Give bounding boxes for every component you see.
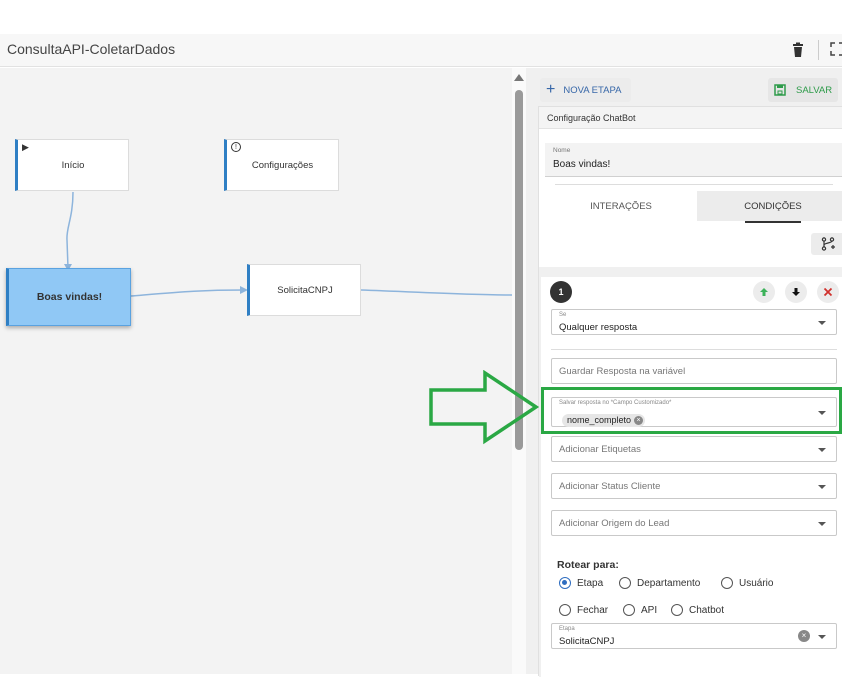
move-up-button[interactable]	[753, 281, 775, 303]
tags-select[interactable]: Adicionar Etiquetas	[551, 436, 837, 462]
trash-icon[interactable]	[790, 42, 806, 58]
radio-label: API	[641, 604, 658, 616]
tab-interacoes[interactable]: INTERAÇÕES	[545, 191, 697, 221]
store-variable-placeholder: Guardar Resposta na variável	[559, 366, 686, 377]
top-bar: ConsultaAPI-ColetarDados	[0, 34, 842, 67]
radio-circle	[721, 577, 733, 589]
branch-icon	[821, 237, 835, 251]
new-step-label: NOVA ETAPA	[563, 84, 622, 96]
clear-selection-icon[interactable]: ×	[798, 630, 810, 642]
scroll-up-icon[interactable]	[514, 74, 524, 81]
step-select-value: SolicitaCNPJ	[559, 636, 615, 647]
radio-label: Usuário	[739, 577, 774, 589]
floppy-icon	[774, 84, 786, 96]
move-down-button[interactable]	[785, 281, 807, 303]
node-label: SolicitaCNPJ	[277, 284, 333, 296]
toolbar-divider	[818, 40, 819, 60]
chevron-down-icon	[818, 635, 826, 639]
route-radio-etapa[interactable]: Etapa	[559, 577, 603, 589]
chevron-down-icon	[818, 321, 826, 325]
info-icon: !	[231, 142, 241, 152]
save-label: SALVAR	[796, 84, 833, 96]
status-placeholder: Adicionar Status Cliente	[559, 481, 661, 492]
route-radio-chatbot[interactable]: Chatbot	[671, 604, 724, 616]
tags-placeholder: Adicionar Etiquetas	[559, 444, 641, 455]
if-select-label: Se	[559, 312, 567, 318]
flow-title: ConsultaAPI-ColetarDados	[7, 41, 176, 57]
radio-label: Chatbot	[689, 604, 725, 616]
name-field[interactable]: Nome Boas vindas!	[545, 143, 842, 177]
add-branch-button[interactable]	[811, 233, 842, 255]
route-radio-api[interactable]: API	[623, 604, 657, 616]
lead-origin-select[interactable]: Adicionar Origem do Lead	[551, 510, 837, 536]
store-variable-input[interactable]: Guardar Resposta na variável	[551, 358, 837, 384]
delete-condition-button[interactable]	[817, 281, 839, 303]
origin-placeholder: Adicionar Origem do Lead	[559, 518, 670, 529]
client-status-select[interactable]: Adicionar Status Cliente	[551, 473, 837, 499]
name-field-value: Boas vindas!	[553, 159, 611, 170]
if-select-value: Qualquer resposta	[559, 322, 638, 333]
close-icon	[823, 287, 833, 297]
tab-label: CONDIÇÕES	[744, 200, 802, 212]
radio-label: Fechar	[577, 604, 609, 616]
play-icon: ▶	[22, 142, 29, 152]
flow-node-configuracoes[interactable]: ! Configurações	[224, 139, 339, 191]
plus-icon: +	[546, 81, 556, 98]
flow-node-solicitacnpj[interactable]: SolicitaCNPJ	[247, 264, 361, 316]
active-tab-indicator	[745, 221, 801, 223]
step-select-label: Etapa	[559, 626, 575, 632]
radio-circle	[623, 604, 635, 616]
arrow-down-icon	[792, 288, 800, 296]
highlight-box	[541, 387, 842, 434]
radio-circle	[671, 604, 683, 616]
node-label: Início	[61, 159, 85, 171]
chevron-down-icon	[818, 448, 826, 452]
condition-block: 1 Se Qualquer resposta Guardar Resposta …	[539, 267, 842, 677]
route-radio-departamento[interactable]: Departamento	[619, 577, 700, 589]
chevron-down-icon	[818, 485, 826, 489]
annotation-arrow-icon	[429, 370, 540, 445]
tab-condicoes[interactable]: CONDIÇÕES	[697, 191, 842, 223]
config-panel: + NOVA ETAPA SALVAR Configuração ChatBot…	[526, 68, 842, 677]
flow-node-boas-vindas[interactable]: Boas vindas!	[6, 268, 131, 326]
radio-label: Departamento	[637, 577, 701, 589]
radio-circle	[559, 604, 571, 616]
route-label: Rotear para:	[557, 559, 619, 571]
condition-number-badge: 1	[550, 281, 572, 303]
if-select[interactable]: Se Qualquer resposta	[551, 309, 837, 335]
chevron-down-icon	[818, 522, 826, 526]
panel-header: Configuração ChatBot	[539, 107, 842, 129]
tab-label: INTERAÇÕES	[590, 200, 652, 212]
name-field-label: Nome	[553, 147, 571, 154]
route-radio-usuario[interactable]: Usuário	[721, 577, 773, 589]
save-button[interactable]: SALVAR	[768, 78, 839, 102]
fullscreen-icon[interactable]	[830, 42, 842, 56]
step-select[interactable]: Etapa SolicitaCNPJ ×	[551, 623, 837, 649]
condition-card: 1 Se Qualquer resposta Guardar Resposta …	[541, 277, 842, 677]
radio-circle	[619, 577, 631, 589]
node-label: Configurações	[251, 159, 314, 171]
divider	[551, 349, 837, 350]
divider	[555, 184, 833, 185]
radio-label: Etapa	[577, 577, 604, 589]
arrow-up-icon	[760, 288, 768, 296]
radio-circle	[559, 577, 571, 589]
new-step-button[interactable]: + NOVA ETAPA	[540, 78, 632, 102]
route-radio-fechar[interactable]: Fechar	[559, 604, 608, 616]
flow-node-inicio[interactable]: ▶ Início	[15, 139, 129, 191]
node-label: Boas vindas!	[36, 291, 103, 303]
